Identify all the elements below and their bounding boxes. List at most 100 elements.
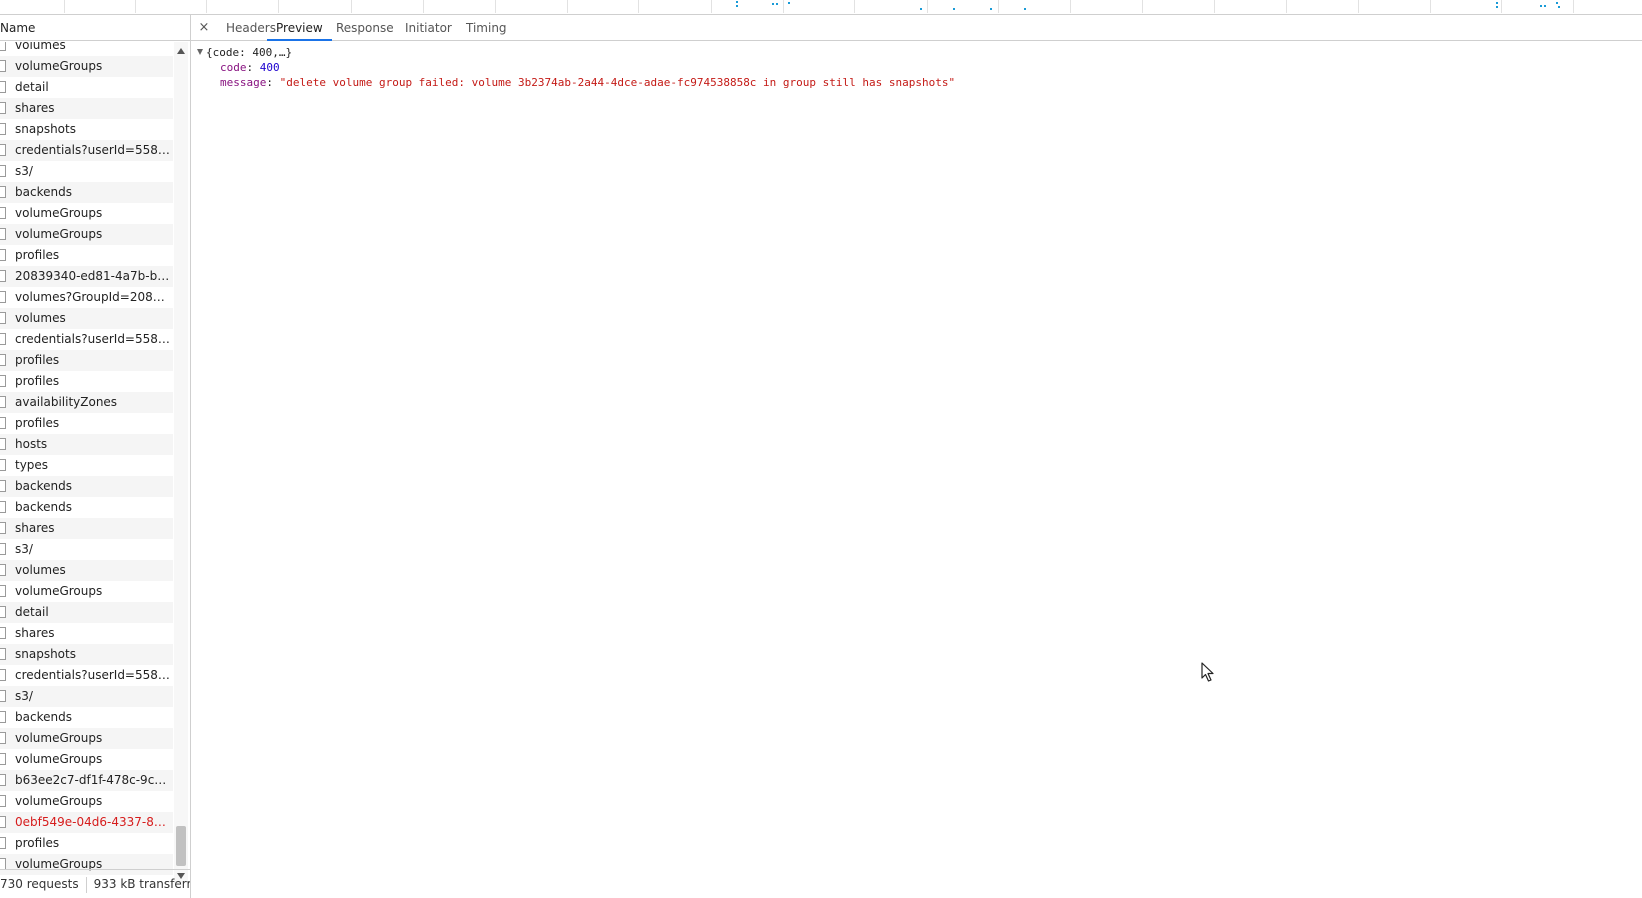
tab-initiator[interactable]: Initiator bbox=[396, 15, 461, 41]
tab-timing[interactable]: Timing bbox=[457, 15, 516, 41]
file-icon bbox=[0, 732, 6, 744]
requests-scrollbar[interactable] bbox=[174, 42, 188, 883]
request-name: volumeGroups bbox=[15, 731, 103, 745]
request-row[interactable]: detail bbox=[0, 602, 173, 623]
request-row[interactable]: s3/ bbox=[0, 686, 173, 707]
request-row[interactable]: s3/ bbox=[0, 161, 173, 182]
request-row[interactable]: detail bbox=[0, 77, 173, 98]
request-row[interactable]: profiles bbox=[0, 245, 173, 266]
request-row[interactable]: hosts bbox=[0, 434, 173, 455]
request-name: volumeGroups bbox=[15, 227, 103, 241]
timeline-overview[interactable] bbox=[0, 0, 1642, 15]
name-column-header[interactable]: Name bbox=[0, 15, 190, 41]
timeline-gridline bbox=[927, 0, 928, 13]
json-value-code: 400 bbox=[259, 61, 280, 74]
request-row[interactable]: profiles bbox=[0, 413, 173, 434]
request-name: volumeGroups bbox=[15, 794, 103, 808]
file-icon bbox=[0, 795, 6, 807]
expand-triangle-icon[interactable] bbox=[197, 49, 203, 55]
timeline-gridline bbox=[206, 0, 207, 13]
json-root-node[interactable]: {code: 400,…} bbox=[197, 45, 292, 60]
timeline-gridline bbox=[711, 0, 712, 13]
request-row[interactable]: types bbox=[0, 455, 173, 476]
file-icon bbox=[0, 753, 6, 765]
request-row[interactable]: 20839340-ed81-4a7b-b4d8-d bbox=[0, 266, 173, 287]
timeline-gridline bbox=[495, 0, 496, 13]
request-row[interactable]: profiles bbox=[0, 350, 173, 371]
request-name: availabilityZones bbox=[15, 395, 118, 409]
request-row[interactable]: volumeGroups bbox=[0, 749, 173, 770]
file-icon bbox=[0, 585, 6, 597]
request-name: shares bbox=[15, 521, 55, 535]
request-name: volumeGroups bbox=[15, 59, 103, 73]
file-icon bbox=[0, 564, 6, 576]
request-row[interactable]: volumeGroups bbox=[0, 791, 173, 812]
request-row[interactable]: volumeGroups bbox=[0, 56, 173, 77]
timeline-gridline bbox=[423, 0, 424, 13]
request-name: hosts bbox=[15, 437, 48, 451]
request-details-panel: × Headers Preview Response Initiator Tim… bbox=[191, 15, 1642, 898]
request-name: profiles bbox=[15, 836, 60, 850]
request-name: s3/ bbox=[15, 542, 33, 556]
request-name: types bbox=[15, 458, 49, 472]
scroll-up-arrow-icon[interactable] bbox=[177, 48, 185, 54]
request-row[interactable]: availabilityZones bbox=[0, 392, 173, 413]
request-row[interactable]: snapshots bbox=[0, 644, 173, 665]
request-name: volumes bbox=[15, 42, 66, 52]
timeline-request-mark bbox=[1544, 5, 1546, 7]
file-icon bbox=[0, 648, 6, 660]
tab-response[interactable]: Response bbox=[327, 15, 403, 41]
request-row[interactable]: s3/ bbox=[0, 539, 173, 560]
request-row[interactable]: volumeGroups bbox=[0, 581, 173, 602]
file-icon bbox=[0, 375, 6, 387]
file-icon bbox=[0, 186, 6, 198]
request-row[interactable]: volumeGroups bbox=[0, 224, 173, 245]
timeline-request-mark bbox=[1496, 2, 1498, 4]
request-row[interactable]: backends bbox=[0, 182, 173, 203]
request-row[interactable]: profiles bbox=[0, 833, 173, 854]
request-row[interactable]: 0ebf549e-04d6-4337-8680-5... bbox=[0, 812, 173, 833]
request-row[interactable]: backends bbox=[0, 476, 173, 497]
request-row[interactable]: credentials?userId=558057c... bbox=[0, 665, 173, 686]
timeline-request-mark bbox=[776, 3, 778, 5]
file-icon bbox=[0, 312, 6, 324]
request-row[interactable]: credentials?userId=558057c... bbox=[0, 329, 173, 350]
request-row[interactable]: volumes bbox=[0, 560, 173, 581]
json-preview: {code: 400,…} code: 400 message: "delete… bbox=[191, 42, 1642, 892]
request-row[interactable]: volumeGroups bbox=[0, 203, 173, 224]
timeline-gridline bbox=[351, 0, 352, 13]
request-row[interactable]: volumes bbox=[0, 42, 173, 56]
timeline-gridline bbox=[1214, 0, 1215, 13]
request-name: b63ee2c7-df1f-478c-9c4c-6c... bbox=[15, 773, 172, 787]
request-row[interactable]: profiles bbox=[0, 371, 173, 392]
mouse-pointer-icon bbox=[1201, 662, 1214, 682]
file-icon bbox=[0, 81, 6, 93]
request-row[interactable]: volumes bbox=[0, 308, 173, 329]
request-row[interactable]: credentials?userId=558057c... bbox=[0, 140, 173, 161]
file-icon bbox=[0, 123, 6, 135]
request-name: s3/ bbox=[15, 164, 33, 178]
scrollbar-thumb[interactable] bbox=[176, 826, 186, 866]
timeline-gridline bbox=[1430, 0, 1431, 13]
json-property-code: code: 400 bbox=[220, 61, 280, 74]
request-row[interactable]: b63ee2c7-df1f-478c-9c4c-6c... bbox=[0, 770, 173, 791]
request-row[interactable]: backends bbox=[0, 497, 173, 518]
request-row[interactable]: volumes?GroupId=20839340... bbox=[0, 287, 173, 308]
file-icon bbox=[0, 102, 6, 114]
timeline-gridline bbox=[638, 0, 639, 13]
tab-preview[interactable]: Preview bbox=[267, 15, 332, 41]
request-row[interactable]: snapshots bbox=[0, 119, 173, 140]
request-row[interactable]: backends bbox=[0, 707, 173, 728]
timeline-request-mark bbox=[1024, 8, 1026, 10]
timeline-request-mark bbox=[1558, 6, 1560, 8]
timeline-gridline bbox=[1286, 0, 1287, 13]
close-icon[interactable]: × bbox=[191, 15, 217, 41]
request-row[interactable]: volumeGroups bbox=[0, 728, 173, 749]
request-row[interactable]: shares bbox=[0, 98, 173, 119]
file-icon bbox=[0, 333, 6, 345]
request-row[interactable]: shares bbox=[0, 518, 173, 539]
request-name: credentials?userId=558057c... bbox=[15, 332, 172, 346]
request-row[interactable]: shares bbox=[0, 623, 173, 644]
file-icon bbox=[0, 417, 6, 429]
timeline-gridline bbox=[64, 0, 65, 13]
